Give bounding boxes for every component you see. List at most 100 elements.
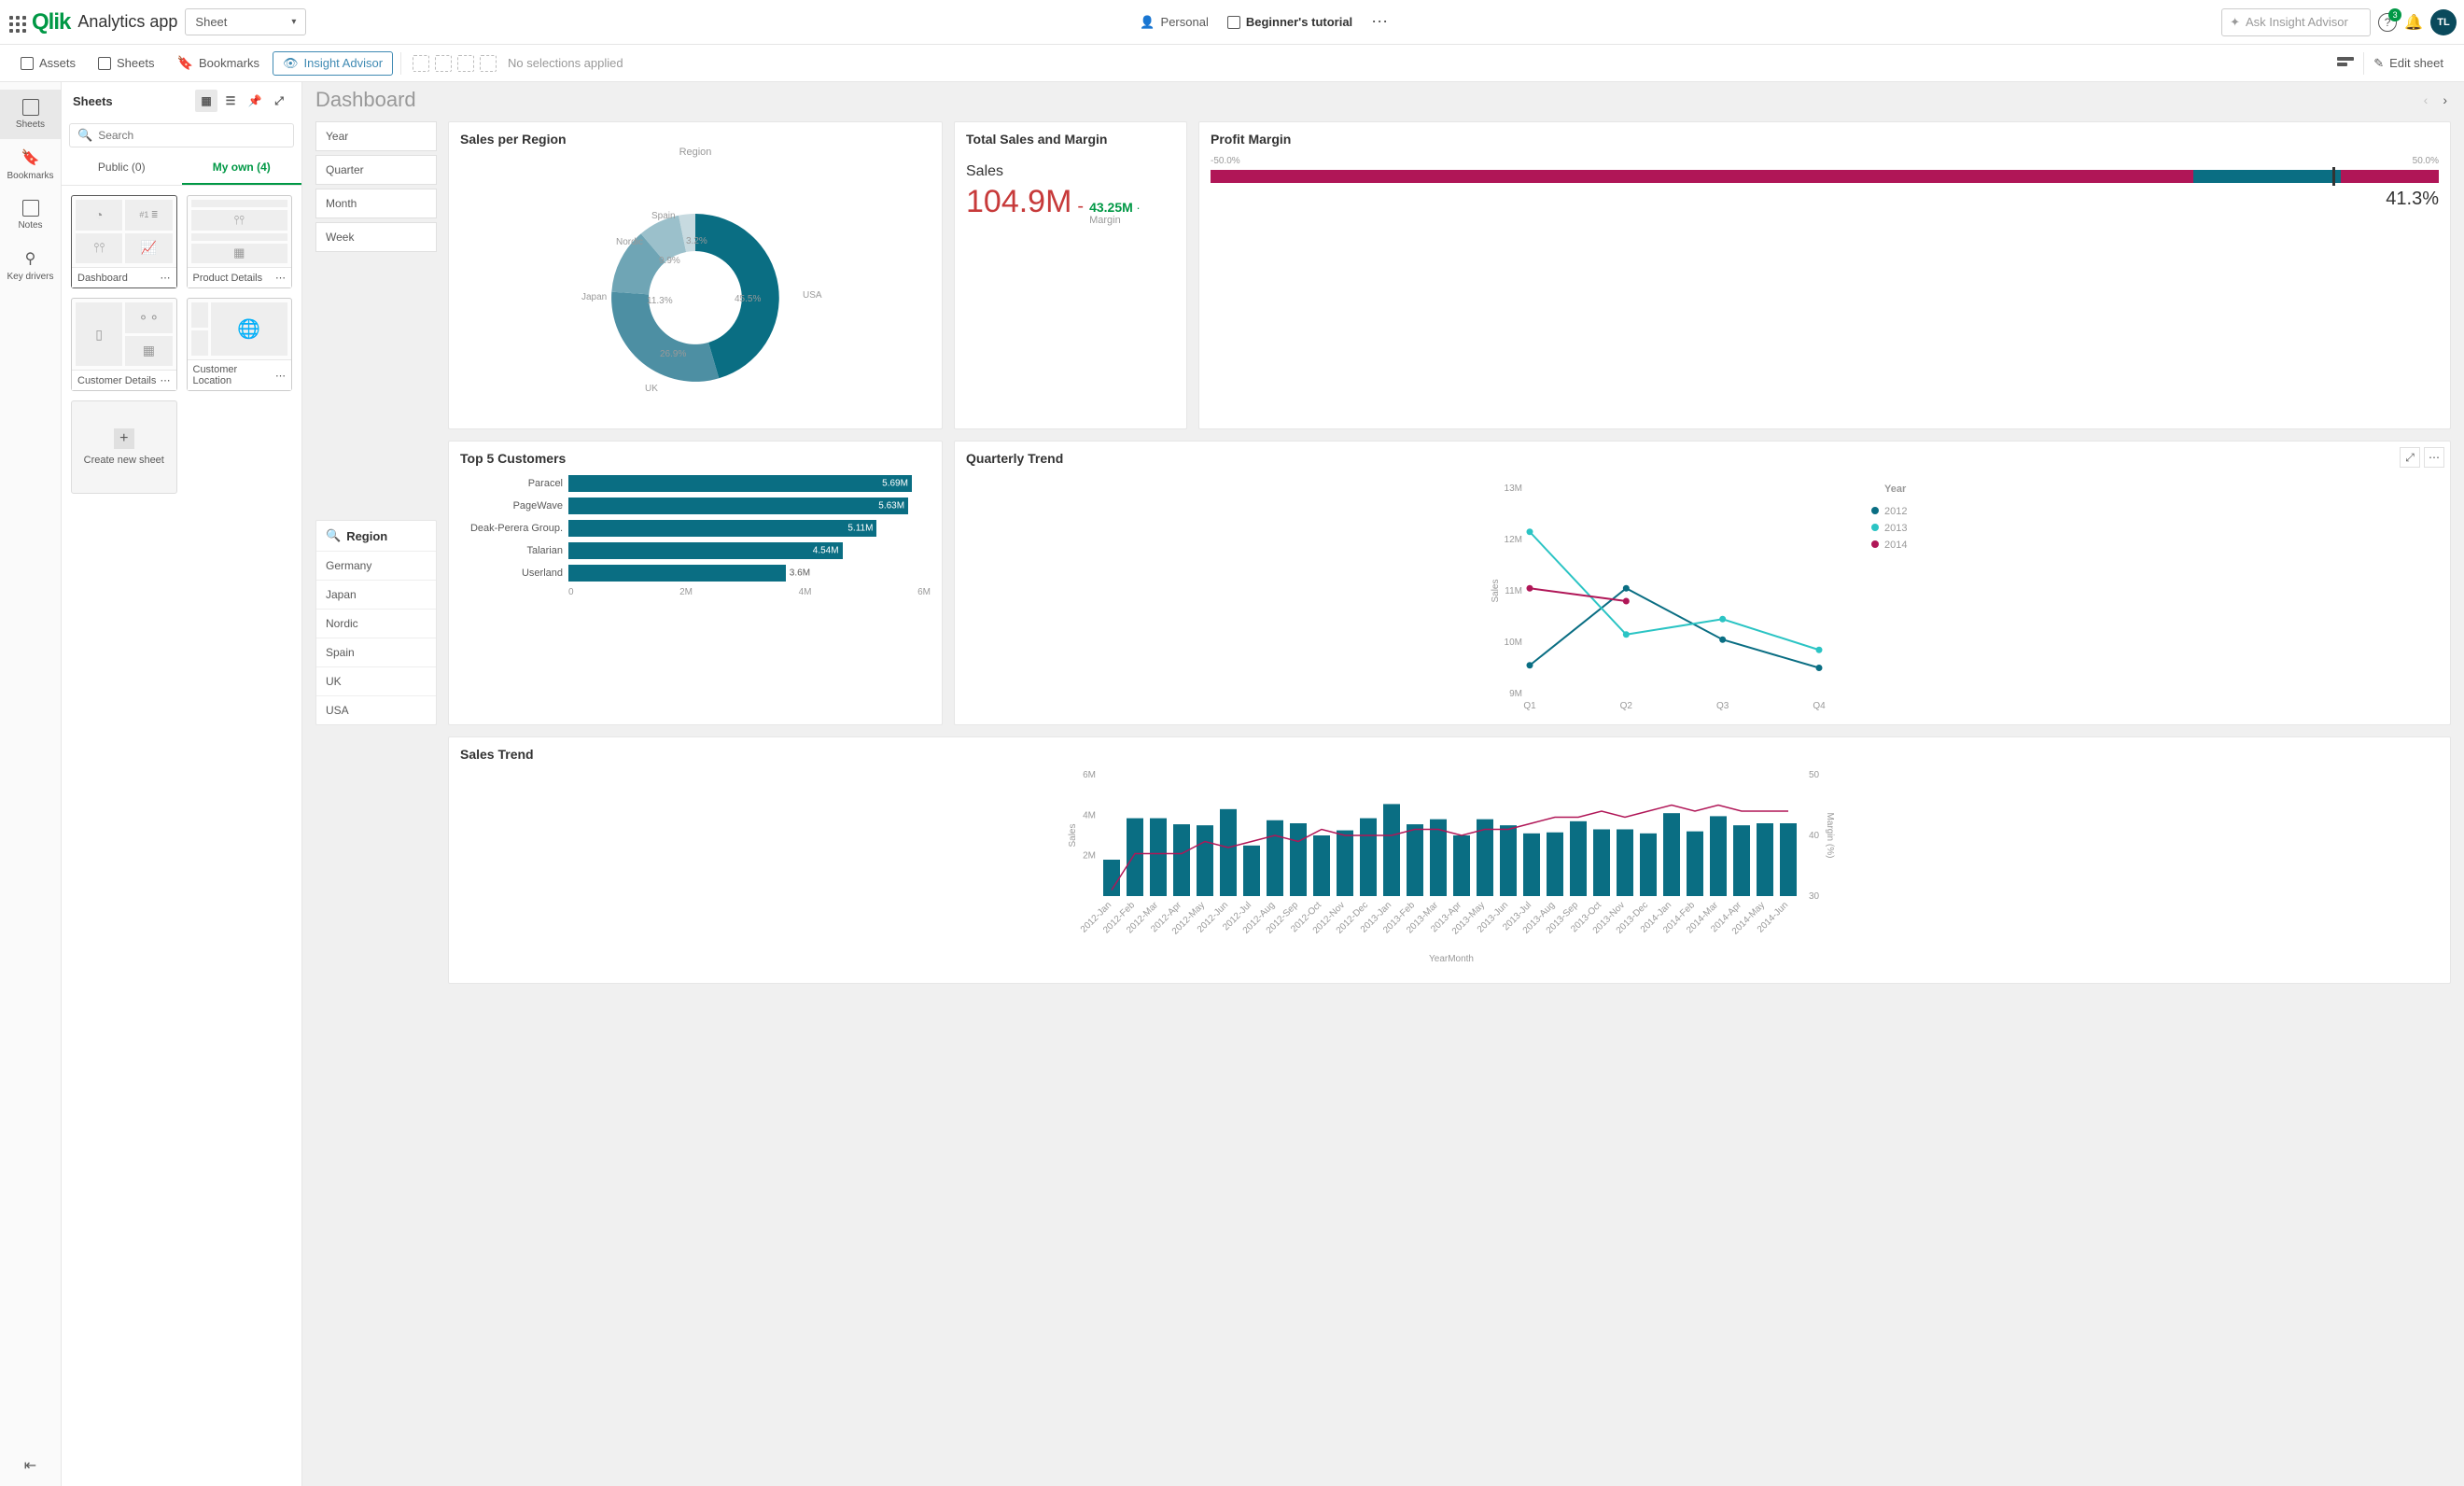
profit-margin-gauge[interactable]: Profit Margin -50.0%50.0% 41.3% [1198, 121, 2451, 429]
sheets-icon [22, 99, 39, 116]
bookmarks-button[interactable]: 🔖Bookmarks [168, 51, 269, 75]
region-item[interactable]: Germany [316, 551, 436, 580]
thumb-menu-icon[interactable]: ⋯ [161, 374, 171, 386]
sheet-dropdown[interactable]: Sheet▾ [185, 8, 306, 35]
sheets-search-input[interactable] [98, 129, 286, 142]
kpi-sub: Margin [1089, 215, 1141, 226]
svg-text:11.3%: 11.3% [647, 296, 673, 306]
collapse-rail-icon[interactable]: ⇤ [24, 1456, 36, 1475]
svg-text:Japan: Japan [581, 292, 607, 302]
tab-public[interactable]: Public (0) [62, 151, 182, 185]
sheet-thumb-customer-details[interactable]: ▯⚬⚬▦ Customer Details⋯ [71, 298, 177, 391]
app-title: Analytics app [77, 12, 177, 32]
new-sheet-label: Create new sheet [84, 455, 164, 466]
svg-text:Q2: Q2 [1620, 701, 1633, 711]
svg-text:10M: 10M [1505, 638, 1522, 648]
period-quarter[interactable]: Quarter [315, 155, 437, 185]
sheets-panel-title: Sheets [73, 94, 113, 108]
quarterly-trend-chart[interactable]: Quarterly Trend ⤢⋯ 9M10M11M12M13MQ1Q2Q3Q… [954, 441, 2451, 725]
fullscreen-icon[interactable]: ⤢ [2400, 447, 2420, 468]
dashboard-canvas: Dashboard ‹ › Year Quarter Month Week Sa… [302, 82, 2464, 1486]
region-item[interactable]: USA [316, 695, 436, 724]
qlik-logo: Qlik [32, 9, 70, 35]
create-new-sheet[interactable]: + Create new sheet [71, 400, 177, 494]
sheets-button[interactable]: Sheets [89, 52, 163, 74]
edit-sheet-button[interactable]: ✎Edit sheet [2363, 52, 2453, 75]
pm-title: Profit Margin [1211, 132, 2439, 147]
region-item[interactable]: Spain [316, 638, 436, 666]
alternate-states-icon[interactable] [2337, 57, 2354, 70]
sales-per-region-chart[interactable]: Sales per Region Region [448, 121, 943, 429]
app-launcher-icon[interactable] [7, 14, 24, 31]
svg-text:YearMonth: YearMonth [1429, 954, 1474, 964]
nav-bookmarks[interactable]: 🔖Bookmarks [0, 139, 61, 190]
insight-search[interactable]: ✦ Ask Insight Advisor [2221, 8, 2371, 36]
personal-label: Personal [1161, 15, 1209, 29]
nav-sheets[interactable]: Sheets [0, 90, 61, 139]
period-month[interactable]: Month [315, 189, 437, 218]
sheet-thumb-customer-location[interactable]: 🌐 Customer Location⋯ [187, 298, 293, 391]
thumb-menu-icon[interactable]: ⋯ [161, 272, 171, 284]
tutorial-link[interactable]: Beginner's tutorial [1222, 11, 1358, 33]
bookmark-icon: 🔖 [177, 55, 193, 71]
svg-text:USA: USA [803, 290, 822, 301]
sales-trend-chart[interactable]: Sales Trend 2M4M6M304050SalesMargin (%)2… [448, 736, 2451, 984]
clear-sel-icon[interactable] [480, 55, 497, 72]
sheets-search[interactable]: 🔍 [69, 123, 294, 147]
svg-text:Q1: Q1 [1523, 701, 1536, 711]
thumb-label: Customer Details [77, 375, 156, 386]
bell-icon[interactable]: 🔔 [2404, 13, 2423, 32]
svg-text:Nordic: Nordic [616, 237, 643, 247]
smart-search-icon[interactable] [413, 55, 429, 72]
insight-placeholder: Ask Insight Advisor [2246, 15, 2348, 29]
sheet-title: Dashboard [315, 88, 2420, 112]
legend-title: Region [449, 147, 942, 158]
nav-keydrivers[interactable]: ⚲Key drivers [0, 240, 61, 291]
next-sheet-icon[interactable]: › [2439, 91, 2451, 109]
svg-text:Year: Year [1884, 484, 1907, 495]
chevron-down-icon: ▾ [291, 17, 296, 27]
prev-sheet-icon[interactable]: ‹ [2420, 91, 2432, 109]
period-year[interactable]: Year [315, 121, 437, 151]
step-fwd-icon[interactable] [457, 55, 474, 72]
kpi-dot: · [1136, 201, 1140, 215]
region-item[interactable]: UK [316, 666, 436, 695]
step-back-icon[interactable] [435, 55, 452, 72]
svg-text:Margin (%): Margin (%) [1825, 813, 1835, 859]
svg-text:26.9%: 26.9% [660, 349, 686, 359]
sparkle-icon: ✦ [2230, 15, 2240, 30]
assets-icon [21, 57, 34, 70]
nav-notes[interactable]: Notes [0, 190, 61, 240]
period-week[interactable]: Week [315, 222, 437, 252]
sheet-thumb-product[interactable]: ⫯⫯▦ Product Details⋯ [187, 195, 293, 288]
more-menu[interactable]: ⋯ [1365, 8, 1393, 35]
qt-svg: 9M10M11M12M13MQ1Q2Q3Q4SalesYear201220132… [955, 470, 2450, 722]
assets-button[interactable]: Assets [11, 52, 85, 74]
insight-advisor-button[interactable]: 👁Insight Advisor [273, 51, 393, 76]
tab-my-own[interactable]: My own (4) [182, 151, 302, 185]
expand-icon[interactable]: ⤢ [268, 90, 290, 112]
donut-svg: USA45.5% UK26.9% Japan11.3% Nordic9.9% S… [527, 167, 863, 419]
nav-bookmarks-label: Bookmarks [7, 171, 53, 181]
help-button[interactable]: ?3 [2378, 13, 2397, 32]
more-icon[interactable]: ⋯ [2424, 447, 2444, 468]
sheet-thumb-dashboard[interactable]: ◔#1 ≣⫯⫯📈 Dashboard⋯ [71, 195, 177, 288]
view-list-icon[interactable]: ☰ [219, 90, 242, 112]
pm-bar [1211, 170, 2439, 183]
personal-indicator[interactable]: 👤 Personal [1134, 11, 1214, 34]
pin-icon[interactable]: 📌 [244, 90, 266, 112]
region-item[interactable]: Nordic [316, 609, 436, 638]
region-item[interactable]: Japan [316, 580, 436, 609]
total-sales-kpi[interactable]: Total Sales and Margin Sales 104.9M - 43… [954, 121, 1187, 429]
view-grid-icon[interactable]: ▦ [195, 90, 217, 112]
top-bar: Qlik Analytics app Sheet▾ 👤 Personal Begi… [0, 0, 2464, 45]
top5-customers-chart[interactable]: Top 5 Customers Paracel5.69MPageWave5.63… [448, 441, 943, 725]
donut-chart-body: USA45.5% UK26.9% Japan11.3% Nordic9.9% S… [449, 158, 942, 428]
kpi-label: Sales [966, 163, 1175, 180]
st-svg: 2M4M6M304050SalesMargin (%)2012-Jan2012-… [449, 765, 2450, 980]
thumb-menu-icon[interactable]: ⋯ [275, 272, 286, 284]
user-avatar[interactable]: TL [2430, 9, 2457, 35]
thumb-menu-icon[interactable]: ⋯ [275, 370, 286, 382]
top5-title: Top 5 Customers [449, 442, 942, 470]
user-icon: 👤 [1140, 15, 1155, 30]
